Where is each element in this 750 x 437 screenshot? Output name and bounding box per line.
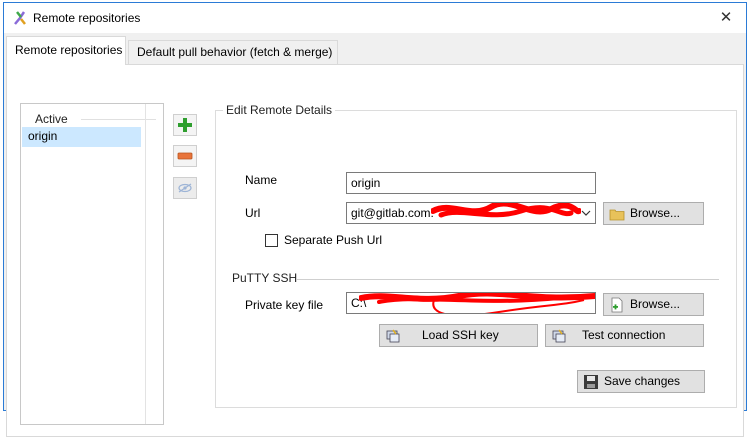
- putty-group-title: PuTTY SSH: [232, 271, 298, 285]
- private-key-label: Private key file: [245, 298, 324, 312]
- redaction-scribble: [359, 293, 595, 313]
- toggle-active-button[interactable]: [173, 177, 197, 199]
- group-title: Edit Remote Details: [223, 103, 336, 117]
- chevron-down-icon[interactable]: [579, 206, 593, 220]
- test-connection-label: Test connection: [582, 328, 666, 342]
- separate-push-url-checkbox[interactable]: [265, 234, 278, 247]
- browse-label: Browse...: [630, 206, 681, 220]
- tab-strip: Active origin Edit Remote Details Name o…: [4, 33, 746, 437]
- test-connection-button[interactable]: Test connection: [545, 324, 704, 347]
- url-label: Url: [245, 206, 261, 220]
- url-browse-button[interactable]: Browse...: [603, 202, 704, 225]
- url-combobox[interactable]: git@gitlab.com:: [346, 202, 596, 224]
- tab-default-pull-behavior[interactable]: Default pull behavior (fetch & merge): [128, 40, 338, 64]
- git-extensions-logo-icon: [12, 10, 28, 26]
- save-changes-button[interactable]: Save changes: [577, 370, 705, 393]
- divider: [296, 279, 719, 280]
- private-key-input[interactable]: C:\: [346, 292, 596, 314]
- tab-remote-repositories[interactable]: Remote repositories: [6, 36, 126, 65]
- list-item[interactable]: origin: [22, 127, 141, 147]
- eye-hidden-icon: [178, 183, 192, 193]
- plus-icon: [178, 118, 192, 132]
- remote-list[interactable]: Active origin: [20, 103, 164, 425]
- load-ssh-key-button[interactable]: Load SSH key: [379, 324, 538, 347]
- key-browse-button[interactable]: Browse...: [603, 293, 704, 316]
- close-button[interactable]: ✕: [712, 6, 740, 30]
- floppy-disk-icon: [584, 375, 598, 389]
- load-ssh-key-label: Load SSH key: [422, 328, 499, 342]
- browse-label: Browse...: [630, 297, 681, 311]
- add-remote-button[interactable]: [173, 114, 197, 136]
- dialog-window: Remote repositories ✕ Active origin Edit…: [3, 2, 747, 437]
- separate-push-url-label: Separate Push Url: [284, 233, 383, 247]
- putty-icon: [552, 329, 566, 343]
- folder-icon: [609, 209, 625, 221]
- url-value: git@gitlab.com:: [351, 206, 434, 220]
- putty-icon: [386, 329, 400, 343]
- new-file-icon: [611, 297, 623, 313]
- close-icon: ✕: [719, 9, 733, 26]
- save-changes-label: Save changes: [604, 374, 681, 388]
- name-input[interactable]: origin: [346, 172, 596, 194]
- divider: [145, 104, 146, 424]
- list-header-active: Active: [35, 112, 68, 126]
- remove-remote-button[interactable]: [173, 145, 197, 167]
- tab-panel: Active origin Edit Remote Details Name o…: [6, 64, 744, 437]
- name-label: Name: [245, 173, 278, 187]
- minus-icon: [177, 152, 193, 160]
- window-title: Remote repositories: [33, 11, 141, 25]
- edit-remote-group: Edit Remote Details Name origin Url git@…: [215, 103, 737, 408]
- redaction-scribble: [431, 203, 581, 218]
- title-bar[interactable]: Remote repositories ✕: [4, 3, 746, 33]
